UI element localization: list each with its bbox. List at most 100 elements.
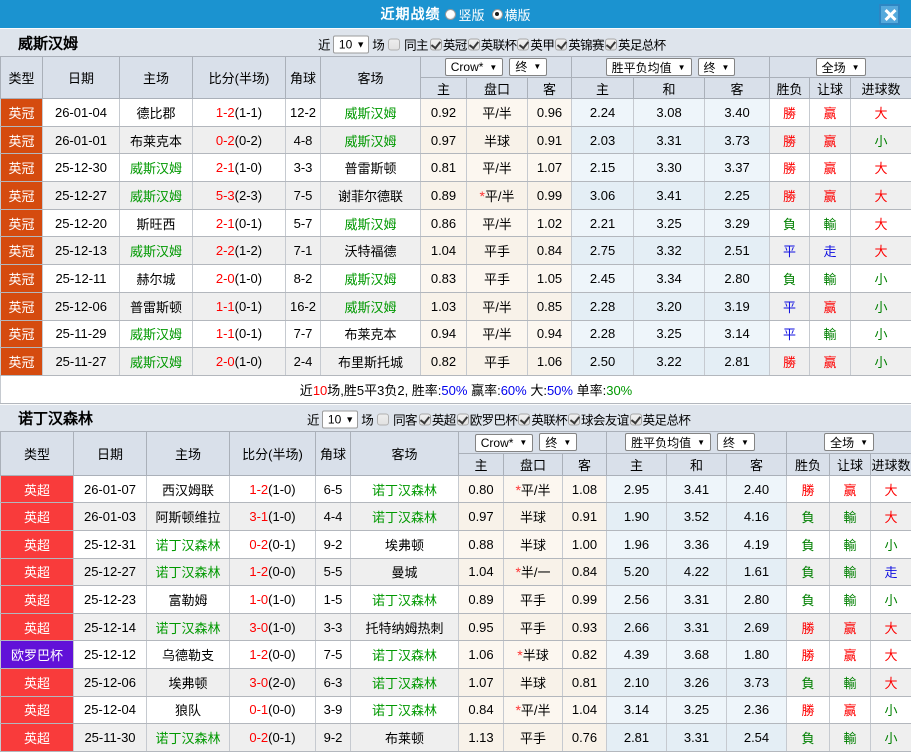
odds-source-select[interactable]: Crow*▼ [475, 434, 534, 452]
handicap-cell: 半球 [504, 503, 563, 531]
result-goals: 大 [851, 182, 911, 210]
league-checkbox[interactable] [605, 38, 617, 50]
result-handicap: 輸 [830, 503, 871, 531]
team-name: 诺丁汉森林 [18, 408, 93, 429]
result-handicap: 輸 [810, 320, 851, 348]
full-time-score: 2-2 [216, 243, 235, 258]
recent-count-select[interactable]: 10▼ [333, 35, 369, 53]
avg-group: 胜平负均值▼终▼ [607, 431, 787, 453]
vertical-layout-radio[interactable] [445, 9, 456, 20]
match-date: 25-11-29 [43, 320, 120, 348]
half-time-score: (0-1) [235, 326, 262, 341]
sections-container: 威斯汉姆近10▼场同主英冠英联杯英甲英锦赛英足总杯类型日期主场比分(半场)角球客… [0, 28, 911, 752]
chevron-down-icon: ▼ [741, 438, 749, 447]
half-time-score: (1-0) [268, 482, 295, 497]
avg-select[interactable]: 胜平负均值▼ [606, 58, 692, 76]
same-venue-checkbox[interactable] [377, 413, 389, 425]
league-type-cell: 英冠 [1, 182, 43, 210]
avg-draw: 3.20 [634, 292, 705, 320]
result-outcome: 勝 [770, 182, 810, 210]
column-header: 角球 [316, 431, 351, 475]
home-odds: 1.13 [459, 724, 504, 752]
half-time-score: (0-0) [268, 647, 295, 662]
match-row: 英冠25-12-20斯旺西2-1(0-1)5-7威斯汉姆0.86平/半1.022… [1, 209, 911, 237]
odds-state-select[interactable]: 终▼ [509, 58, 547, 76]
vertical-layout-label: 竖版 [458, 5, 484, 24]
avg-away: 2.80 [727, 586, 787, 614]
away-team: 威斯汉姆 [321, 126, 421, 154]
avg-state-select[interactable]: 终▼ [698, 58, 736, 76]
match-row: 英超25-12-14诺丁汉森林3-0(1-0)3-3托特纳姆热刺0.95平手0.… [1, 613, 911, 641]
full-time-score: 1-2 [216, 105, 235, 120]
handicap-value: 平/半 [482, 327, 512, 342]
home-odds: 0.84 [459, 696, 504, 724]
close-button[interactable] [879, 4, 900, 25]
handicap-cell: *平/半 [467, 182, 528, 210]
league-checkbox[interactable] [430, 38, 442, 50]
avg-home: 2.28 [572, 292, 634, 320]
handicap-cell: 平手 [504, 724, 563, 752]
match-row: 英冠25-12-11赫尔城2-0(1-0)8-2威斯汉姆0.83平手1.052.… [1, 265, 911, 293]
league-checkbox-label: 英冠 [443, 35, 467, 54]
column-header: 日期 [74, 431, 147, 475]
full-time-score: 1-1 [216, 326, 235, 341]
scope-select[interactable]: 全场▼ [824, 433, 874, 451]
league-checkbox[interactable] [518, 413, 530, 425]
recent-count-select[interactable]: 10▼ [322, 410, 358, 428]
league-checkbox-label: 球会友谊 [581, 410, 629, 429]
away-odds: 1.07 [528, 154, 572, 182]
away-odds: 1.08 [563, 475, 607, 503]
avg-state-select[interactable]: 终▼ [717, 433, 755, 451]
result-goals: 小 [851, 320, 911, 348]
half-time-score: (0-0) [268, 702, 295, 717]
scope-select[interactable]: 全场▼ [816, 58, 866, 76]
home-team: 威斯汉姆 [120, 320, 193, 348]
match-date: 25-12-04 [74, 696, 147, 724]
league-checkbox[interactable] [568, 413, 580, 425]
result-goals: 小 [871, 724, 911, 752]
league-type-cell: 英超 [1, 696, 74, 724]
summary-segment: 60% [501, 383, 527, 398]
chevron-down-icon: ▼ [678, 63, 686, 72]
horizontal-layout-radio[interactable] [492, 9, 503, 20]
half-time-score: (0-1) [235, 299, 262, 314]
sub-column-header: 主 [572, 78, 634, 99]
odds-state-select[interactable]: 终▼ [539, 433, 577, 451]
league-type-cell: 英冠 [1, 237, 43, 265]
league-checkbox[interactable] [457, 413, 469, 425]
avg-draw: 3.32 [634, 237, 705, 265]
same-venue-checkbox[interactable] [388, 38, 400, 50]
odds-source-select[interactable]: Crow*▼ [445, 58, 504, 76]
avg-draw: 3.52 [667, 503, 727, 531]
match-date: 25-12-27 [74, 558, 147, 586]
full-time-score: 1-0 [249, 592, 268, 607]
match-date: 25-12-12 [74, 641, 147, 669]
home-team: 埃弗顿 [147, 669, 230, 697]
chevron-down-icon: ▼ [489, 63, 497, 72]
avg-select[interactable]: 胜平负均值▼ [625, 433, 711, 451]
select-value: 终 [704, 59, 716, 76]
league-checkbox[interactable] [630, 413, 642, 425]
result-goals: 大 [851, 237, 911, 265]
home-team: 诺丁汉森林 [147, 724, 230, 752]
score-cell: 1-2(1-0) [230, 475, 316, 503]
half-time-score: (2-0) [268, 675, 295, 690]
league-checkbox[interactable] [468, 38, 480, 50]
half-time-score: (1-0) [235, 160, 262, 175]
league-checkbox[interactable] [517, 38, 529, 50]
same-venue-label: 同主 [404, 35, 428, 54]
league-type-cell: 英超 [1, 669, 74, 697]
sub-column-header: 进球数 [851, 78, 911, 99]
away-odds: 0.76 [563, 724, 607, 752]
match-date: 25-12-06 [43, 292, 120, 320]
away-team: 诺丁汉森林 [351, 586, 459, 614]
corner-cell: 7-1 [286, 237, 321, 265]
sub-column-header: 进球数 [871, 453, 911, 475]
result-handicap: 赢 [810, 126, 851, 154]
league-checkbox[interactable] [555, 38, 567, 50]
avg-home: 4.39 [607, 641, 667, 669]
league-checkbox[interactable] [419, 413, 431, 425]
result-handicap: 輸 [830, 586, 871, 614]
away-team: 诺丁汉森林 [351, 503, 459, 531]
select-value: 终 [723, 434, 735, 451]
